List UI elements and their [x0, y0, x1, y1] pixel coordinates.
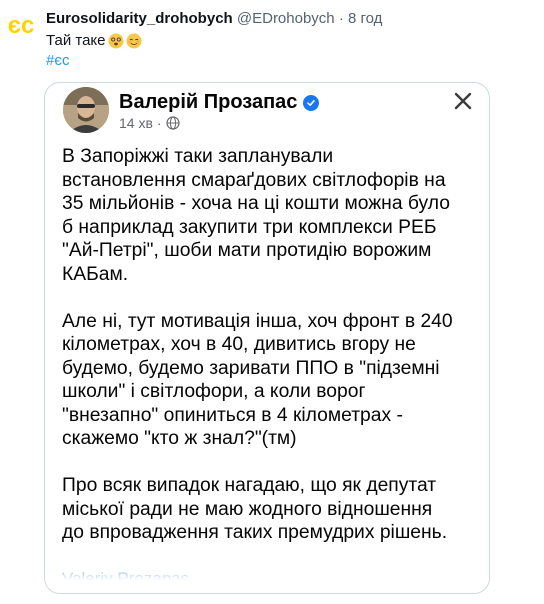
fb-footer-link[interactable]: Valeriy Prozapas [62, 569, 189, 589]
fb-author-avatar[interactable] [63, 87, 109, 133]
logo-text: єс [8, 12, 35, 39]
meta-dot: · [156, 115, 162, 131]
globe-icon [165, 116, 180, 130]
dizzy-face-emoji [108, 33, 123, 49]
fb-paragraph-3: Про всяк випадок нагадаю, що як депутат … [62, 475, 448, 543]
author-handle[interactable]: @EDrohobych [237, 10, 335, 27]
fb-paragraph-2: Але ні, тут мотивація інша, хоч фронт в … [62, 310, 453, 450]
post-text-content: Тай таке [46, 32, 106, 49]
hashtag-link[interactable]: #єс [46, 51, 70, 71]
eurosolidarity-logo: єс [8, 12, 35, 39]
close-button[interactable] [449, 87, 477, 115]
author-name[interactable]: Eurosolidarity_drohobych [46, 10, 233, 27]
post-header: Eurosolidarity_drohobych @EDrohobych · 8… [46, 9, 382, 29]
close-icon [454, 92, 472, 110]
post-text: Тай таке [46, 31, 142, 51]
post-time[interactable]: 8 год [348, 10, 382, 27]
profile-photo-icon [63, 87, 109, 133]
fb-author-header: Валерій Прозапас [119, 91, 320, 114]
verified-badge-icon [303, 94, 320, 111]
fb-author-name[interactable]: Валерій Прозапас [119, 91, 297, 114]
author-avatar[interactable]: єс [2, 6, 40, 44]
relieved-face-emoji [126, 33, 141, 49]
separator: · [338, 10, 344, 27]
fb-paragraph-1: В Запоріжжі таки запланували встановленн… [62, 146, 450, 285]
fb-post-time[interactable]: 14 хв [119, 115, 153, 131]
fb-post-meta: 14 хв · [119, 115, 180, 131]
facebook-screenshot-card[interactable]: Валерій Прозапас 14 хв · В Запоріжжі так… [44, 82, 490, 594]
fb-post-body: В Запоріжжі таки запланували встановленн… [62, 145, 482, 545]
